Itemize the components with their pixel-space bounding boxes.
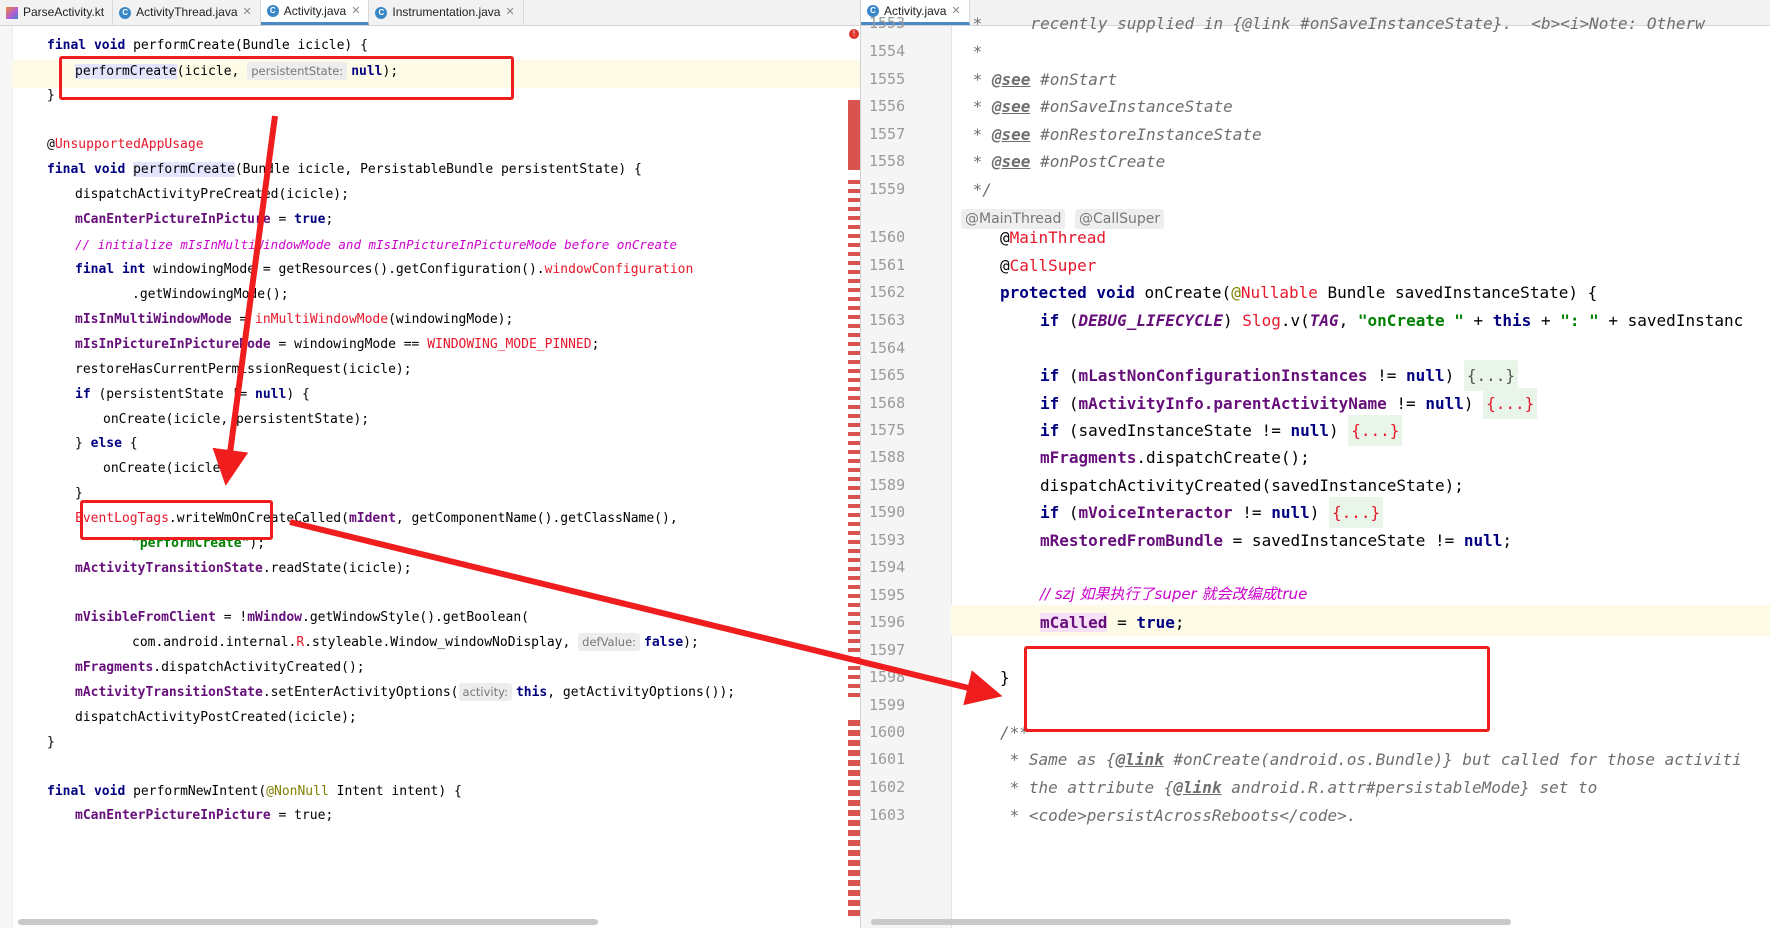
tab-label: ParseActivity.kt — [23, 5, 105, 19]
code-line: final void performCreate(Bundle icicle, … — [47, 162, 642, 177]
left-code-area[interactable]: final void performCreate(Bundle icicle) … — [12, 26, 860, 928]
code-line: mFragments.dispatchActivityCreated(); — [75, 660, 365, 675]
line-number: 1560 — [869, 228, 906, 246]
tab-label: Activity.java — [283, 3, 347, 18]
code-line: mActivityTransitionState.setEnterActivit… — [75, 683, 736, 701]
tab-instrumentation[interactable]: C Instrumentation.java ✕ — [369, 0, 524, 25]
line-number: 1554 — [869, 42, 906, 60]
code-line: } — [47, 735, 55, 750]
code-comment: // initialize mIsInMultiWindowMode and m… — [75, 237, 678, 252]
inlay-hint: @CallSuper — [1075, 209, 1165, 229]
code-line: dispatchActivityPostCreated(icicle); — [75, 710, 357, 725]
code-line: mIsInMultiWindowMode = inMultiWindowMode… — [75, 312, 514, 327]
code-line: mCanEnterPictureInPicture = true; — [75, 808, 334, 823]
inlay-hint: @MainThread — [961, 209, 1066, 229]
line-number: 1563 — [869, 311, 906, 329]
code-line: onCreate(icicle); — [103, 461, 237, 476]
close-icon[interactable]: ✕ — [351, 0, 360, 24]
tab-label: Instrumentation.java — [392, 5, 501, 19]
line-number: 1588 — [869, 448, 906, 466]
line-number: 1562 — [869, 283, 906, 301]
highlight-box-oncreate-call — [80, 500, 273, 540]
left-editor-pane: ParseActivity.kt C ActivityThread.java ✕… — [0, 0, 860, 928]
tab-label: ActivityThread.java — [136, 5, 238, 19]
line-number: 1598 — [869, 668, 906, 686]
line-number: 1556 — [869, 97, 906, 115]
line-number: 1596 — [869, 613, 906, 631]
annotation-inlays: @MainThread @CallSuper — [961, 202, 1165, 233]
close-icon[interactable]: ✕ — [951, 0, 960, 24]
close-icon[interactable]: ✕ — [505, 0, 514, 25]
code-line: */ — [963, 180, 992, 199]
line-number: 1602 — [869, 778, 906, 796]
code-line: mActivityTransitionState.readState(icicl… — [75, 561, 412, 576]
tab-parseactivity[interactable]: ParseActivity.kt — [0, 0, 114, 25]
code-line: mVisibleFromClient = !mWindow.getWindowS… — [75, 610, 529, 625]
error-stripe[interactable] — [848, 100, 860, 928]
code-line: restoreHasCurrentPermissionRequest(icicl… — [75, 362, 412, 377]
horizontal-scrollbar[interactable] — [18, 919, 598, 925]
line-number: 1590 — [869, 503, 906, 521]
tab-activitythread[interactable]: C ActivityThread.java ✕ — [113, 0, 261, 25]
line-number: 1603 — [869, 806, 906, 824]
line-number: 1565 — [869, 366, 906, 384]
code-line: dispatchActivityPreCreated(icicle); — [75, 187, 349, 202]
code-line: * @see #onPostCreate — [963, 152, 1166, 171]
code-line: } — [47, 88, 55, 103]
code-line: } else { — [75, 436, 138, 451]
highlight-box-performcreate-call — [59, 56, 514, 100]
code-line: * @see #onSaveInstanceState — [963, 97, 1233, 116]
code-line: * recently supplied in {@link #onSaveIns… — [963, 14, 1705, 33]
parameter-hint: activity: — [458, 683, 512, 701]
code-line: @UnsupportedAppUsage — [47, 137, 204, 152]
code-line: * — [963, 42, 983, 61]
java-class-icon: C — [375, 6, 388, 19]
line-number: 1594 — [869, 558, 906, 576]
line-number: 1553 — [869, 14, 906, 32]
java-class-icon: C — [266, 5, 279, 17]
code-line: mCanEnterPictureInPicture = true; — [75, 212, 334, 227]
tab-activity[interactable]: C Activity.java ✕ — [260, 0, 370, 25]
code-line: final int windowingMode = getResources()… — [75, 262, 694, 277]
code-line: mIsInPictureInPictureMode = windowingMod… — [75, 337, 600, 352]
error-icon[interactable]: ! — [849, 29, 859, 39]
line-number: 1558 — [869, 152, 906, 170]
code-line: if (persistentState != null) { — [75, 387, 310, 402]
parameter-hint: defValue: — [578, 633, 641, 651]
left-tab-bar: ParseActivity.kt C ActivityThread.java ✕… — [0, 0, 860, 26]
highlight-box-mcalled — [1024, 646, 1490, 732]
horizontal-scrollbar[interactable] — [871, 919, 1511, 925]
code-line: onCreate(icicle, persistentState); — [103, 412, 370, 427]
code-line: .getWindowingMode(); — [132, 287, 289, 302]
java-class-icon: C — [119, 6, 132, 19]
code-line: com.android.internal.R.styleable.Window_… — [132, 633, 699, 651]
right-editor-pane: C Activity.java ✕ 1553 1554 1555 1556 1557 15… — [860, 0, 1770, 928]
line-number: 1559 — [869, 180, 906, 198]
close-icon[interactable]: ✕ — [243, 0, 252, 25]
kotlin-file-icon — [6, 6, 18, 19]
current-line-highlight — [951, 605, 1770, 636]
line-number: 1601 — [869, 750, 906, 768]
